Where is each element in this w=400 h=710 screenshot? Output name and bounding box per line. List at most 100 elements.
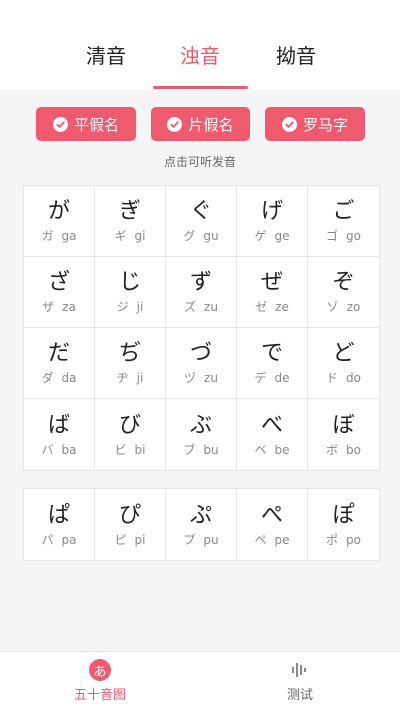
romaji-text: pi xyxy=(134,532,146,547)
kana-cell[interactable]: ぺペ pe xyxy=(237,489,308,560)
kana-reading: ベ be xyxy=(254,442,289,458)
toggle-katakana-button[interactable]: 片假名 xyxy=(151,107,250,141)
toggle-hiragana-label: 平假名 xyxy=(73,115,119,134)
katakana-char: ゲ xyxy=(254,229,267,243)
kana-cell[interactable]: びビ bi xyxy=(95,399,166,470)
kana-reading: プ pu xyxy=(183,532,218,548)
kana-cell[interactable]: ごゴ go xyxy=(308,186,379,257)
kana-cell[interactable]: ざザ za xyxy=(24,257,95,328)
kana-cell[interactable]: ぜゼ ze xyxy=(237,257,308,328)
kana-cell[interactable]: ばバ ba xyxy=(24,399,95,470)
kana-reading: グ gu xyxy=(183,228,218,244)
kana-grid-handakuon: ぱパ pa ぴピ pi ぷプ pu ぺペ pe ぽポ po xyxy=(23,488,380,561)
hiragana-char: ぜ xyxy=(260,270,283,295)
katakana-char: デ xyxy=(254,371,267,385)
check-circle-icon xyxy=(281,116,297,132)
kana-cell[interactable]: ぴピ pi xyxy=(95,489,166,560)
hiragana-char: が xyxy=(47,199,70,224)
toggle-romaji-button[interactable]: 罗马字 xyxy=(265,107,365,141)
hiragana-char: ぽ xyxy=(332,502,355,528)
romaji-text: ze xyxy=(275,300,289,314)
kana-reading: バ ba xyxy=(42,442,77,458)
kana-reading: パ pa xyxy=(42,532,77,548)
kana-reading: ピ pi xyxy=(115,532,146,548)
bottom-navigation: あ 五十音图 测试 xyxy=(0,651,400,710)
romaji-text: bo xyxy=(346,442,361,457)
kana-cell[interactable]: ぱパ pa xyxy=(24,489,95,560)
kana-reading: ゾ zo xyxy=(327,299,361,315)
hiragana-char: ぶ xyxy=(189,412,212,438)
katakana-char: グ xyxy=(183,229,196,243)
kana-cell[interactable]: ぎギ gi xyxy=(95,186,166,257)
katakana-char: ザ xyxy=(42,300,55,314)
kana-cell[interactable]: ぞゾ zo xyxy=(308,257,379,328)
hiragana-char: ぎ xyxy=(118,199,141,224)
kana-cell[interactable]: どド do xyxy=(308,328,379,399)
katakana-char: ブ xyxy=(183,442,196,457)
active-tab-indicator xyxy=(153,86,248,89)
nav-test[interactable]: 测试 xyxy=(240,658,360,704)
tab-seion[interactable]: 清音 xyxy=(60,44,152,68)
sound-wave-icon xyxy=(240,658,360,682)
tab-dakuon[interactable]: 浊音 xyxy=(154,44,246,68)
kana-reading: ゲ ge xyxy=(254,228,289,244)
kana-cell[interactable]: ずズ zu xyxy=(166,257,237,328)
tap-to-hear-hint: 点击可听发音 xyxy=(163,155,236,169)
kana-reading: ド do xyxy=(326,370,361,386)
tab-youon[interactable]: 拗音 xyxy=(250,44,342,68)
kana-cell[interactable]: ぶブ bu xyxy=(166,399,237,470)
katakana-char: ボ xyxy=(326,442,339,457)
hiragana-char: ず xyxy=(189,270,212,295)
kana-cell[interactable]: ぽポ po xyxy=(308,489,379,560)
romaji-text: pa xyxy=(61,532,77,547)
kana-reading: ヅ zu xyxy=(184,370,218,386)
toggle-romaji-label: 罗马字 xyxy=(302,115,348,134)
hiragana-char: ご xyxy=(332,199,355,224)
kana-reading: ギ gi xyxy=(115,228,146,244)
romaji-text: da xyxy=(61,371,77,385)
kana-cell[interactable]: だダ da xyxy=(24,328,95,399)
hiragana-char: ぼ xyxy=(332,412,355,438)
kana-reading: ブ bu xyxy=(183,442,218,458)
kana-cell[interactable]: ぢヂ ji xyxy=(95,328,166,399)
kana-cell[interactable]: ぐグ gu xyxy=(166,186,237,257)
romaji-text: do xyxy=(346,371,361,385)
kana-cell[interactable]: ぼボ bo xyxy=(308,399,379,470)
katakana-char: ダ xyxy=(41,371,54,385)
katakana-char: ポ xyxy=(326,532,339,547)
katakana-char: ヂ xyxy=(116,371,129,385)
kana-cell[interactable]: がガ ga xyxy=(24,186,95,257)
kana-reading: ザ za xyxy=(42,299,76,315)
katakana-char: バ xyxy=(41,442,54,457)
romaji-text: ji xyxy=(136,371,144,385)
romaji-text: de xyxy=(274,371,290,385)
kana-cell[interactable]: ぷプ pu xyxy=(166,489,237,560)
katakana-char: ゼ xyxy=(255,300,268,314)
kana-cell[interactable]: げゲ ge xyxy=(237,186,308,257)
check-circle-icon xyxy=(52,116,68,132)
hiragana-char: ぐ xyxy=(189,199,212,224)
toggle-hiragana-button[interactable]: 平假名 xyxy=(36,107,136,141)
kana-cell[interactable]: べベ be xyxy=(237,399,308,470)
romaji-text: bi xyxy=(134,442,146,457)
katakana-char: ゾ xyxy=(326,300,339,314)
top-tab-bar: 清音 浊音 拗音 xyxy=(0,0,400,90)
katakana-char: ギ xyxy=(114,229,127,243)
kana-reading: ペ pe xyxy=(254,532,289,548)
hiragana-char: ど xyxy=(332,341,355,366)
kana-reading: ジ ji xyxy=(117,299,144,315)
katakana-char: ベ xyxy=(254,442,267,457)
kana-cell[interactable]: づヅ zu xyxy=(166,328,237,399)
hiragana-char: ざ xyxy=(47,270,70,295)
romaji-text: pu xyxy=(203,532,219,547)
nav-gojuon-chart[interactable]: あ 五十音图 xyxy=(40,658,160,704)
kana-cell[interactable]: じジ ji xyxy=(95,257,166,328)
romaji-text: pe xyxy=(274,532,290,547)
kana-cell[interactable]: でデ de xyxy=(237,328,308,399)
romaji-text: ji xyxy=(136,300,144,314)
hiragana-char: ぺ xyxy=(260,502,283,528)
hiragana-char: ぱ xyxy=(47,502,70,528)
hiragana-char: ば xyxy=(47,412,70,438)
kana-grid-dakuon: がガ ga ぎギ gi ぐグ gu げゲ ge ごゴ go ざザ za じジ ji ずズ zu ぜゼ ze ぞゾ zo… xyxy=(23,185,380,471)
romaji-text: ba xyxy=(61,442,77,457)
